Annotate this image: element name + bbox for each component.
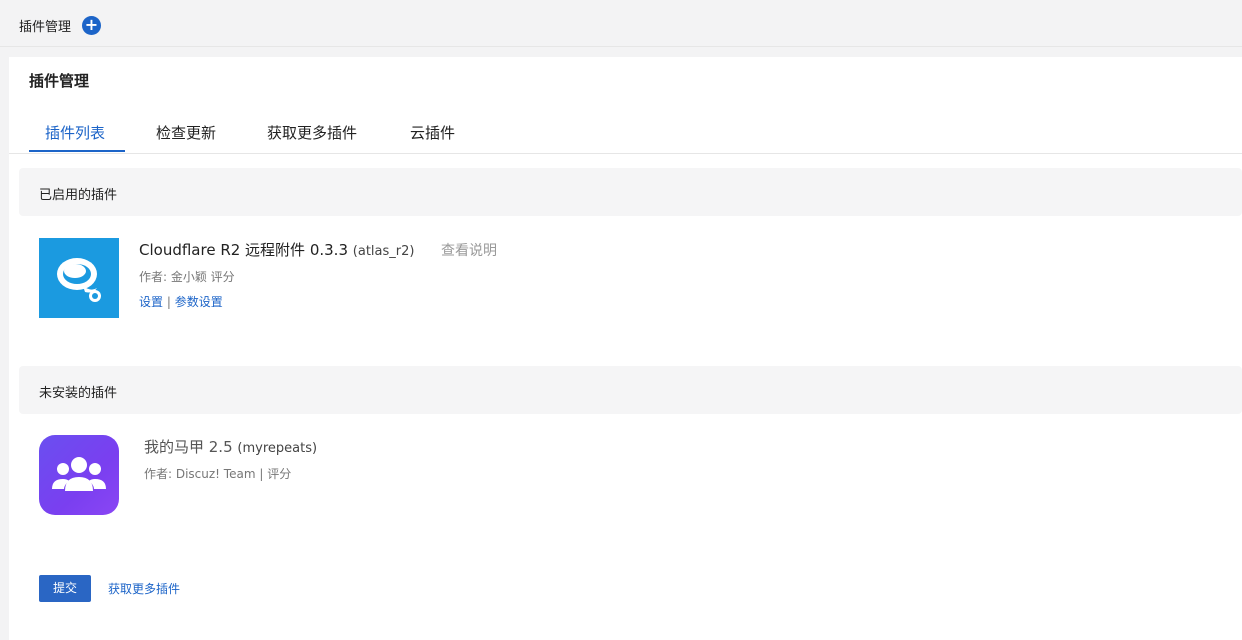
section-not-installed-title: 未安装的插件: [39, 386, 118, 401]
plugin-id: (myrepeats): [237, 441, 318, 456]
plugin-author-meta: 作者: 金小颖 评分: [139, 270, 235, 284]
settings-link[interactable]: 设置: [139, 295, 163, 309]
tab-get-more-plugins[interactable]: 获取更多插件: [267, 122, 357, 153]
section-enabled-header: 已启用的插件: [19, 168, 1242, 216]
top-bar-title: 插件管理: [19, 20, 72, 35]
tab-plugin-list[interactable]: 插件列表: [45, 122, 105, 153]
plugin-panel: 插件管理 插件列表 检查更新 获取更多插件 云插件 已启用的插件 Cloudfl…: [9, 57, 1242, 640]
section-enabled-title: 已启用的插件: [39, 188, 118, 203]
users-group-icon: [39, 435, 119, 515]
plugin-title: Cloudflare R2 远程附件 0.3.3: [139, 241, 348, 259]
plugin-author-meta: 作者: Discuz! Team | 评分: [144, 467, 292, 481]
param-settings-link[interactable]: 参数设置: [175, 295, 223, 309]
plugin-name-myrepeats: 我的马甲 2.5 (myrepeats): [144, 436, 317, 457]
submit-button[interactable]: 提交: [39, 575, 91, 602]
page-title: 插件管理: [29, 72, 90, 90]
tab-cloud-plugins[interactable]: 云插件: [410, 122, 455, 153]
cloud-chat-icon: [39, 238, 119, 318]
active-tab-indicator: [29, 150, 125, 152]
plugin-name-cloudflare: Cloudflare R2 远程附件 0.3.3 (atlas_r2): [139, 239, 414, 260]
plugin-id: (atlas_r2): [352, 244, 415, 259]
plugin-actions: 设置 | 参数设置: [139, 293, 223, 310]
tab-bar: 插件列表 检查更新 获取更多插件 云插件: [9, 111, 1242, 154]
plus-icon[interactable]: +: [82, 16, 101, 35]
section-not-installed-header: 未安装的插件: [19, 366, 1242, 414]
get-more-plugins-link[interactable]: 获取更多插件: [108, 580, 180, 597]
link-separator: |: [166, 295, 171, 309]
view-docs-link[interactable]: 查看说明: [441, 240, 497, 260]
plugin-title: 我的马甲 2.5: [144, 438, 233, 456]
tab-check-updates[interactable]: 检查更新: [156, 122, 216, 153]
top-bar: 插件管理 +: [0, 0, 1242, 47]
